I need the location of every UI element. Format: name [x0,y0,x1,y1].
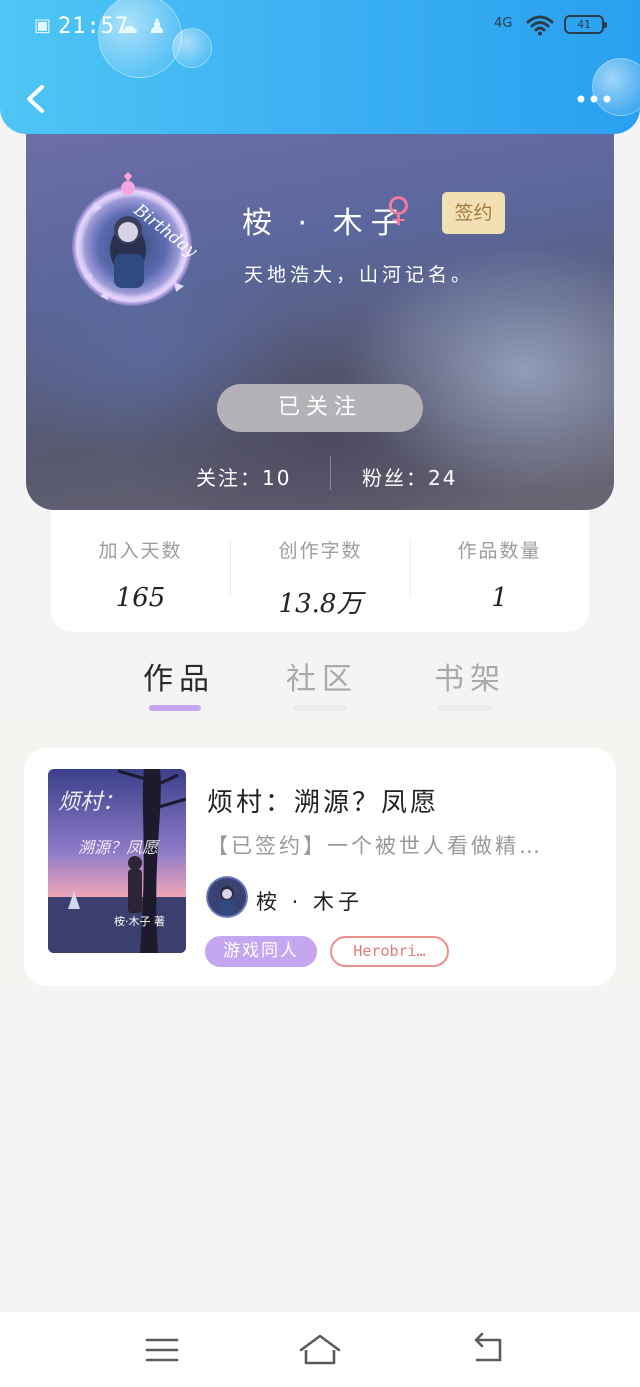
work-card[interactable]: 烦村： 溯源？凤愿 桉·木子 著 烦村：溯源？凤愿 【已签约】一个被世人看做精…… [24,748,616,986]
back-button[interactable] [22,84,48,114]
work-title[interactable]: 烦村：溯源？凤愿 [207,782,439,819]
tab-community[interactable]: 社区 [286,654,358,698]
tag-herobrine[interactable]: Herobri… [330,936,449,967]
tab-works[interactable]: 作品 [143,654,215,698]
tab-bookshelf[interactable]: 书架 [434,654,506,698]
battery-indicator: 41 [564,15,607,34]
divider [330,456,331,490]
stat-value: 165 [115,583,166,613]
follow-button[interactable]: 已关注 [217,384,423,432]
tab-indicator [438,705,492,711]
wifi-icon [526,15,554,36]
stat-label: 作品数量 [457,540,542,562]
user-nickname: 桉 · 木子 [242,206,409,241]
tab-active-indicator [149,705,201,711]
user-motto: 天地浩大，山河记名。 [244,264,475,286]
stat-join-days: 加入天数 165 [51,536,230,613]
stat-word-count: 创作字数 13.8万 [231,536,410,620]
stat-label: 创作字数 [278,540,363,562]
author-avatar[interactable] [206,876,248,918]
fans-count[interactable]: 粉丝：24 [362,462,457,491]
network-label: 4G [494,16,513,31]
female-icon: ♀ [386,190,411,230]
tag-fanfic[interactable]: 游戏同人 [205,936,317,967]
stat-label: 加入天数 [98,540,183,562]
cloud-icon: ☁ [118,14,138,38]
stat-works-count: 作品数量 1 [410,536,589,613]
book-cover[interactable]: 烦村： 溯源？凤愿 桉·木子 著 [48,769,186,953]
svg-text:烦村：: 烦村： [58,790,124,815]
work-description: 【已签约】一个被世人看做精… [207,834,543,858]
decor-bubble [98,0,182,78]
stat-value: 13.8万 [278,589,363,619]
stat-value: 1 [491,583,508,613]
decor-bubble [172,28,212,68]
profile-card: Birthday 桉 · 木子 ♀ 签约 天地浩大，山河记名。 已关注 关注：1… [26,110,614,510]
following-count[interactable]: 关注：10 [196,462,291,491]
signed-badge: 签约 [442,192,505,234]
more-button[interactable] [576,86,612,112]
stats-panel: 加入天数 165 创作字数 13.8万 作品数量 1 [51,510,589,632]
home-icon[interactable] [298,1330,342,1370]
tab-indicator [293,705,347,711]
svg-text:溯源？凤愿: 溯源？凤愿 [78,838,160,857]
app-header: ▣ 21:57 ☁ ♟ 4G 41 [0,0,640,134]
menu-icon[interactable] [140,1330,184,1370]
qq-icon: ♟ [148,14,166,38]
book-cover-image: 烦村： 溯源？凤愿 桉·木子 著 [48,769,186,953]
system-nav-bar [0,1312,640,1387]
svg-text:桉·木子 著: 桉·木子 著 [114,914,165,928]
sim-card-icon: ▣ [34,15,52,36]
back-nav-icon[interactable] [466,1330,510,1370]
avatar[interactable]: Birthday [70,158,210,308]
avatar-image [72,172,192,306]
author-name[interactable]: 桉 · 木子 [256,886,363,916]
